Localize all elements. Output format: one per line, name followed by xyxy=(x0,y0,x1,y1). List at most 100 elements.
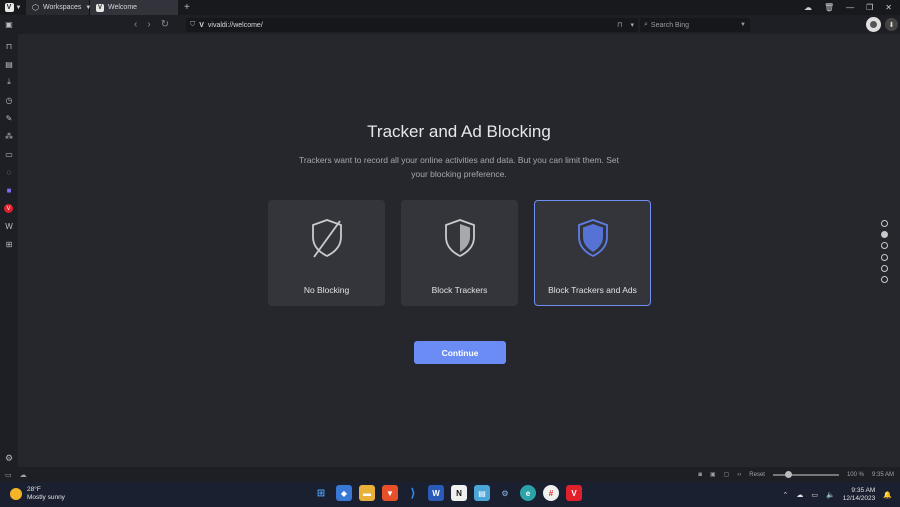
option-label: No Blocking xyxy=(303,285,350,295)
window-panel-icon[interactable]: ▭ xyxy=(3,148,15,160)
weather-widget[interactable]: 28°F Mostly sunny xyxy=(10,486,65,502)
site-info-icon[interactable]: ⛉ xyxy=(190,21,195,29)
option-label: Block Trackers and Ads xyxy=(548,285,637,295)
new-tab-button[interactable]: + xyxy=(178,2,196,13)
step-dot[interactable] xyxy=(881,242,888,250)
zoom-level: 100 % xyxy=(846,471,864,478)
zoom-reset-button[interactable]: Reset xyxy=(749,472,765,478)
workspaces-icon: ⬡ xyxy=(32,3,39,12)
status-bar: ▭ ☁ ◙ ▣ ▢ ‹› Reset 100 % 9:35 AM xyxy=(0,467,900,482)
search-icon: ⌕ xyxy=(644,21,648,28)
copilot-icon[interactable]: ◆ xyxy=(336,485,352,501)
tab-label: Welcome xyxy=(108,4,138,11)
tab-welcome[interactable]: V Welcome xyxy=(90,0,178,15)
reload-button[interactable]: ↻ xyxy=(161,19,169,30)
status-clock: 9:35 AM xyxy=(871,471,894,478)
shield-half-icon xyxy=(445,219,475,258)
panel-toggle-icon[interactable]: ▣ xyxy=(0,15,18,34)
bookmark-icon[interactable]: ⊓ xyxy=(617,21,622,29)
chevron-down-icon[interactable]: ▼ xyxy=(740,22,746,28)
continue-button[interactable]: Continue xyxy=(414,341,506,364)
sync-cloud-icon[interactable]: ☁ xyxy=(20,471,27,479)
panel-toggle-icon[interactable]: ▭ xyxy=(5,471,12,479)
zoom-slider[interactable] xyxy=(772,470,839,478)
shield-off-icon xyxy=(312,219,342,258)
chevron-up-icon[interactable]: ⌃ xyxy=(783,491,789,499)
sync-cloud-icon[interactable]: ☁ xyxy=(804,3,812,12)
forward-button[interactable]: › xyxy=(147,19,150,30)
vivaldi-badge-icon: V xyxy=(199,21,204,29)
add-panel-icon[interactable]: ⊞ xyxy=(3,238,15,250)
history-icon[interactable]: ◷ xyxy=(3,94,15,106)
system-tray: ⌃ ☁ ▭ 🔈 9:35 AM 12/14/2023 🔔 xyxy=(783,483,892,507)
shield-full-icon xyxy=(578,219,608,258)
back-button[interactable]: ‹ xyxy=(134,19,137,30)
bookmarks-icon[interactable]: ⊓ xyxy=(3,40,15,52)
step-dot-current[interactable] xyxy=(881,231,888,239)
trash-icon[interactable]: 🗑 xyxy=(824,3,834,12)
step-dot[interactable] xyxy=(881,275,888,283)
search-field[interactable]: ⌕ Search Bing ▼ xyxy=(640,18,750,32)
zoom-slider-thumb[interactable] xyxy=(784,470,792,478)
translate-icon[interactable]: ⁂ xyxy=(3,130,15,142)
page-title: Tracker and Ad Blocking xyxy=(367,122,551,141)
capture-icon[interactable]: ◙ xyxy=(698,472,702,478)
workspaces-label: Workspaces xyxy=(42,4,82,11)
windows-start-icon[interactable]: ⊞ xyxy=(313,485,329,501)
welcome-page: Tracker and Ad Blocking Trackers want to… xyxy=(18,34,900,467)
chevron-down-icon: ▼ xyxy=(15,4,22,11)
vscode-icon[interactable]: ⟩ xyxy=(405,485,421,501)
tiling-icon[interactable]: ▢ xyxy=(724,471,730,478)
chat-icon[interactable]: ◌ xyxy=(3,166,15,178)
taskbar-apps: ⊞ ◆ ▬ ▼ ⟩ W N ▤ ⚙ e # V xyxy=(313,485,582,501)
notification-bell-icon[interactable]: 🔔 xyxy=(883,491,892,499)
vivaldi-menu-button[interactable]: V ▼ xyxy=(0,0,26,15)
vivaldi-panel-icon[interactable]: V xyxy=(4,204,13,213)
tab-bar: V ▼ ⬡ Workspaces ▼ V Welcome + ☁ 🗑 — ❐ ✕ xyxy=(0,0,900,15)
downloads-icon[interactable]: ⤓ xyxy=(3,76,15,88)
system-clock[interactable]: 9:35 AM 12/14/2023 xyxy=(843,487,876,503)
update-download-icon[interactable]: ⬇ xyxy=(885,18,898,31)
settings-gear-icon[interactable]: ⚙ xyxy=(3,452,15,464)
vivaldi-taskbar-icon[interactable]: V xyxy=(566,485,582,501)
brave-browser-icon[interactable]: ▼ xyxy=(382,485,398,501)
side-panel: ⊓ ▤ ⤓ ◷ ✎ ⁂ ▭ ◌ ■ V W ⊞ ⚙ xyxy=(0,34,18,467)
wikipedia-icon[interactable]: W xyxy=(3,220,15,232)
onedrive-icon[interactable]: ☁ xyxy=(796,491,803,499)
option-no-blocking[interactable]: No Blocking xyxy=(268,200,385,306)
mastodon-icon[interactable]: ■ xyxy=(3,184,15,196)
option-block-trackers-and-ads[interactable]: Block Trackers and Ads xyxy=(534,200,651,306)
sun-icon xyxy=(10,488,22,500)
close-button[interactable]: ✕ xyxy=(885,3,892,12)
settings-app-icon[interactable]: ⚙ xyxy=(497,485,513,501)
file-explorer-icon[interactable]: ▬ xyxy=(359,485,375,501)
chevron-down-icon[interactable]: ▾ xyxy=(630,21,634,29)
step-dot[interactable] xyxy=(881,220,888,227)
notes-icon[interactable]: ✎ xyxy=(3,112,15,124)
image-toggle-icon[interactable]: ▣ xyxy=(710,471,716,478)
option-block-trackers[interactable]: Block Trackers xyxy=(401,200,518,306)
step-indicator xyxy=(881,220,889,287)
slack-icon[interactable]: # xyxy=(543,485,559,501)
search-placeholder: Search Bing xyxy=(650,21,690,29)
address-bar-row: ▣ ‹ › ↻ ⛉ V vivaldi://welcome/ ⊓ ▾ ⌕ Sea… xyxy=(0,15,900,34)
code-icon[interactable]: ‹› xyxy=(737,472,741,478)
network-icon[interactable]: ▭ xyxy=(811,491,818,499)
minimize-button[interactable]: — xyxy=(846,3,854,12)
notion-icon[interactable]: N xyxy=(451,485,467,501)
notepad-icon[interactable]: ▤ xyxy=(474,485,490,501)
clock-date: 12/14/2023 xyxy=(842,495,876,502)
edge-icon[interactable]: e xyxy=(520,485,536,501)
step-dot[interactable] xyxy=(881,253,888,261)
step-dot[interactable] xyxy=(881,264,888,272)
option-label: Block Trackers xyxy=(431,285,488,295)
page-subtitle: Trackers want to record all your online … xyxy=(299,155,619,179)
workspaces-button[interactable]: ⬡ Workspaces ▼ xyxy=(26,0,91,15)
word-icon[interactable]: W xyxy=(428,485,444,501)
maximize-button[interactable]: ❐ xyxy=(866,3,873,12)
volume-icon[interactable]: 🔈 xyxy=(826,491,835,499)
vivaldi-logo-icon: V xyxy=(4,3,14,12)
url-field[interactable]: ⛉ V vivaldi://welcome/ ⊓ ▾ xyxy=(186,18,638,32)
profile-avatar[interactable] xyxy=(866,17,881,32)
reading-list-icon[interactable]: ▤ xyxy=(3,58,15,70)
